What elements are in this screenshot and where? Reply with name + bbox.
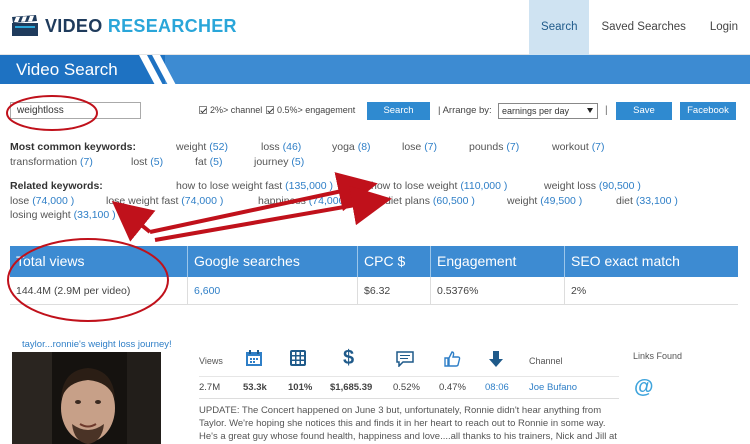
filter-channel-checkbox[interactable]: 2%> channel (199, 105, 262, 115)
table-cell: 144.4M (2.9M per video) (10, 277, 188, 304)
dollar-icon: $ (343, 347, 355, 369)
related-keyword-chip[interactable]: lose weight fast (74,000 ) (106, 195, 223, 207)
keyword-chip[interactable]: lost (5) (131, 156, 163, 168)
stat-value: 101% (288, 382, 313, 393)
divider (199, 376, 619, 377)
brand-name: VIDEO RESEARCHER (45, 15, 237, 36)
divider (199, 398, 619, 399)
page-header-band: Video Search (0, 55, 750, 84)
table-cell: $6.32 (358, 277, 431, 304)
filter-channel-label: 2%> channel (210, 105, 263, 115)
arrange-select-value: earnings per day (502, 106, 570, 116)
down-arrow-icon (489, 351, 503, 370)
checkbox[interactable] (199, 106, 207, 114)
video-title-link[interactable]: taylor...ronnie's weight loss journey! (22, 339, 172, 350)
filter-engagement-checkbox[interactable]: 0.5%> engagement (266, 105, 355, 115)
related-keyword-chip[interactable]: how to lose weight fast (135,000 ) (176, 180, 333, 192)
nav-saved-searches[interactable]: Saved Searches (589, 0, 697, 55)
checkbox[interactable] (266, 106, 274, 114)
brand-logo[interactable]: VIDEO RESEARCHER (11, 15, 237, 37)
at-sign-icon[interactable]: @ (634, 376, 654, 399)
related-keyword-chip[interactable]: happiness (74,000 ) (258, 195, 351, 207)
calendar-icon (245, 349, 263, 370)
table-cell: 2% (571, 285, 587, 297)
keyword-chip[interactable]: yoga (8) (332, 141, 371, 153)
summary-table: Total views Google searches CPC $ Engage… (10, 246, 738, 305)
earnings-value: $1,685.39 (330, 382, 373, 393)
top-navbar: VIDEO RESEARCHER Search Saved Searches L… (0, 0, 750, 55)
filter-engagement-label: 0.5%> engagement (277, 105, 356, 115)
common-keywords-label: Most common keywords: (10, 141, 137, 153)
column-header: Total views (10, 246, 188, 277)
keyword-chip[interactable]: workout (7) (552, 141, 605, 153)
table-row: 144.4M (2.9M per video) 6,600 $6.32 0.53… (10, 277, 738, 305)
column-header: SEO exact match (571, 253, 680, 269)
calculator-grid-icon (289, 349, 307, 370)
keyword-chip[interactable]: fat (5) (195, 156, 222, 168)
views-value: 2.7M (199, 382, 221, 393)
related-keyword-chip[interactable]: losing weight (33,100 ) (10, 209, 116, 221)
stat-value: 0.52% (393, 382, 420, 393)
arrange-label: | Arrange by: (438, 105, 492, 116)
summary-table-header: Total views Google searches CPC $ Engage… (10, 246, 738, 277)
column-header: Google searches (188, 246, 358, 277)
chevron-down-icon (587, 108, 593, 113)
video-description: UPDATE: The Concert happened on June 3 b… (199, 405, 617, 442)
annotation-arrow (111, 200, 156, 242)
nav-search[interactable]: Search (529, 0, 590, 55)
main-nav: Search Saved Searches Login (529, 0, 750, 55)
stat-value: 0.47% (439, 382, 466, 393)
related-keyword-chip[interactable]: diet plans (60,500 ) (385, 195, 475, 207)
duration-value: 08:06 (485, 382, 509, 393)
keyword-chip[interactable]: weight (52) (176, 141, 228, 153)
keyword-chip[interactable]: loss (46) (261, 141, 301, 153)
related-keyword-chip[interactable]: diet (33,100 ) (616, 195, 678, 207)
stat-value: 53.3k (243, 382, 267, 393)
annotation-arrow (149, 172, 378, 234)
separator: | (605, 105, 608, 116)
save-button[interactable]: Save (616, 102, 672, 120)
search-input[interactable] (10, 102, 141, 119)
keyword-chip[interactable]: pounds (7) (469, 141, 519, 153)
related-keyword-chip[interactable]: how to lose weight (110,000 ) (371, 180, 507, 192)
table-cell-link[interactable]: 6,600 (188, 277, 358, 304)
comment-icon (396, 351, 414, 370)
video-thumbnail[interactable] (12, 352, 161, 444)
related-keyword-chip[interactable]: lose (74,000 ) (10, 195, 74, 207)
thumbs-up-icon (443, 350, 461, 371)
keyword-chip[interactable]: transformation (7) (10, 156, 93, 168)
column-header: CPC $ (358, 246, 431, 277)
table-cell: 0.5376% (431, 277, 565, 304)
arrange-select[interactable]: earnings per day (498, 103, 598, 119)
facebook-button[interactable]: Facebook (680, 102, 736, 120)
search-button[interactable]: Search (367, 102, 430, 120)
channel-link[interactable]: Joe Bufano (529, 382, 577, 393)
clapperboard-icon (11, 15, 39, 37)
related-keyword-chip[interactable]: weight (49,500 ) (507, 195, 582, 207)
links-found-label: Links Found (633, 351, 683, 361)
channel-label: Channel (529, 356, 563, 366)
views-label: Views (199, 356, 223, 366)
related-keyword-chip[interactable]: weight loss (90,500 ) (544, 180, 641, 192)
related-keywords-label: Related keywords: (10, 180, 103, 192)
keyword-chip[interactable]: lose (7) (402, 141, 437, 153)
keyword-chip[interactable]: journey (5) (254, 156, 304, 168)
nav-login[interactable]: Login (698, 0, 750, 55)
column-header: Engagement (431, 246, 565, 277)
page-title: Video Search (0, 55, 165, 84)
